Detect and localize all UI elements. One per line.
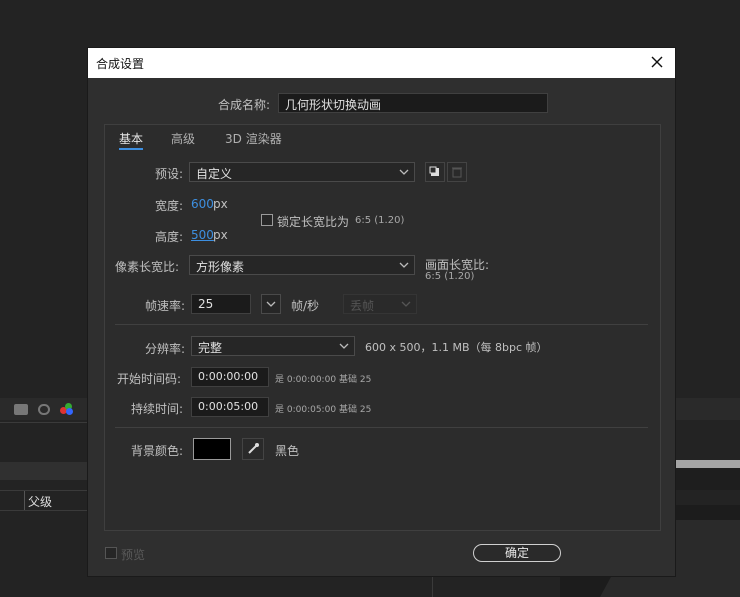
pixel-aspect-value: 方形像素 [196,260,245,274]
composition-settings-dialog: 合成设置 合成名称: 几何形状切换动画 基本 高级 3D 渲染器 预设: 自定义… [87,47,676,577]
frame-rate-input[interactable]: 25 [191,294,251,314]
column-divider-line [24,491,25,511]
save-preset-icon [429,166,439,176]
lock-aspect-label: 锁定长宽比为 [277,215,350,229]
dialog-titlebar: 合成设置 [88,48,675,78]
eyedropper-icon [248,443,259,454]
duration-is: 是 0:00:05:00 [275,405,337,415]
eyedropper-button[interactable] [242,438,264,460]
chevron-down-icon [399,262,409,268]
close-icon[interactable] [647,52,667,72]
tab-advanced[interactable]: 高级 [171,130,195,147]
pixel-aspect-select[interactable]: 方形像素 [189,255,415,275]
bg-color-name: 黑色 [275,444,300,458]
resolution-select[interactable]: 完整 [191,336,355,356]
height-unit: px [213,228,228,242]
preset-select[interactable]: 自定义 [189,162,415,182]
background-right-dark [676,468,740,490]
background-right-light-bar [676,460,740,468]
section-divider [115,427,648,428]
preview-label: 预览 [121,548,146,562]
background-row-line [0,510,87,511]
trash-icon [452,167,462,178]
comp-name-label: 合成名称: [218,98,271,112]
background-vertical-divider [432,577,433,597]
frame-rate-dropdown[interactable] [261,294,281,314]
bg-color-swatch[interactable] [193,438,231,460]
background-timeline-band [0,462,87,480]
height-label: 高度: [155,230,184,244]
chevron-down-icon [401,301,411,307]
chevron-down-icon [339,343,349,349]
resolution-value: 完整 [198,341,223,355]
duration-input[interactable]: 0:00:05:00 [191,397,269,417]
settings-panel: 基本 高级 3D 渲染器 预设: 自定义 宽度: 600 px 高度: 500 … [104,124,661,531]
background-column-divider [0,490,87,491]
preset-label: 预设: [155,167,184,181]
start-timecode-input[interactable]: 0:00:00:00 [191,367,269,387]
tab-3d-renderer[interactable]: 3D 渲染器 [225,130,282,147]
preset-value: 自定义 [196,167,233,181]
height-value[interactable]: 500 [191,228,214,242]
preview-checkbox[interactable] [105,547,117,559]
drop-frame-value: 丢帧 [350,299,375,313]
width-value[interactable]: 600 [191,197,214,211]
start-timecode-is: 是 0:00:00:00 [275,375,337,385]
duration-label: 持续时间: [131,402,184,416]
delete-preset-button[interactable] [447,162,467,182]
lock-aspect-value: 6:5 (1.20) [355,215,405,226]
parent-column-header[interactable]: 父级 [28,493,52,510]
resolution-info: 600 x 500，1.1 MB（每 8bpc 帧） [365,341,548,354]
resolution-label: 分辨率: [145,342,186,356]
drop-frame-select: 丢帧 [343,294,417,314]
start-timecode-base: 基础 25 [339,375,372,385]
bg-color-label: 背景颜色: [131,444,184,458]
chevron-down-icon [266,301,276,307]
dialog-title: 合成设置 [96,57,145,71]
comp-name-input[interactable]: 几何形状切换动画 [278,93,548,113]
tab-basic[interactable]: 基本 [119,130,144,150]
background-right-band [676,398,740,420]
width-unit: px [213,197,228,211]
frame-rate-label: 帧速率: [145,299,186,313]
width-label: 宽度: [155,199,184,213]
chevron-down-icon [399,169,409,175]
background-divider [0,422,87,423]
frame-aspect-value: 6:5 (1.20) [425,271,475,282]
pixel-aspect-label: 像素长宽比: [115,260,180,274]
camera-icon [14,404,28,415]
frame-rate-unit: 帧/秒 [291,299,320,313]
lock-aspect-checkbox[interactable] [261,214,273,226]
ok-button[interactable]: 确定 [473,544,561,562]
save-preset-button[interactable] [425,162,445,182]
start-timecode-label: 开始时间码: [117,372,182,386]
link-icon [38,404,50,415]
section-divider [115,324,648,325]
duration-base: 基础 25 [339,405,372,415]
color-circles-icon [60,403,73,416]
